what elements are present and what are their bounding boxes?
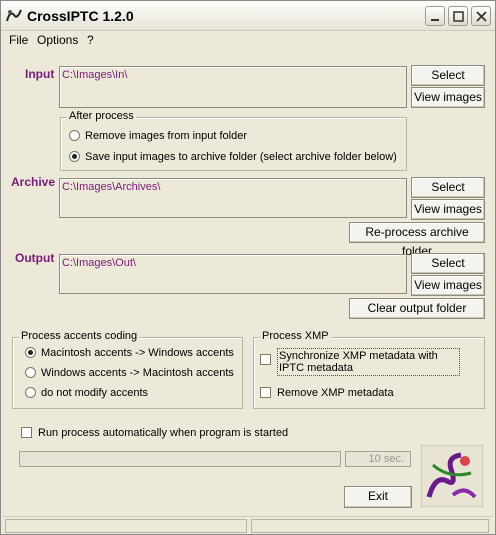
- radio-mac-to-win-label: Macintosh accents -> Windows accents: [41, 347, 234, 359]
- radio-save-to-archive-label: Save input images to archive folder (sel…: [85, 151, 397, 163]
- auto-run-label: Run process automatically when program i…: [38, 427, 289, 439]
- menu-help[interactable]: ?: [87, 33, 94, 47]
- radio-win-to-mac-label: Windows accents -> Macintosh accents: [41, 367, 234, 379]
- menu-file[interactable]: File: [9, 33, 28, 47]
- after-process-title: After process: [67, 110, 136, 122]
- input-select-button[interactable]: Select: [411, 65, 485, 86]
- output-path-field[interactable]: C:\Images\Out\: [59, 254, 407, 294]
- radio-save-to-archive-button[interactable]: [69, 151, 80, 162]
- radio-remove-images-button[interactable]: [69, 130, 80, 141]
- exit-button[interactable]: Exit: [344, 486, 412, 508]
- archive-label: Archive: [11, 175, 56, 189]
- archive-view-images-button[interactable]: View images: [411, 199, 485, 220]
- radio-no-modify-label: do not modify accents: [41, 387, 149, 399]
- remove-xmp-label: Remove XMP metadata: [277, 387, 394, 399]
- progress-bar: [19, 451, 341, 467]
- maximize-icon: [453, 11, 464, 22]
- menu-options[interactable]: Options: [37, 33, 78, 47]
- app-logo-icon: [6, 9, 22, 22]
- menu-bar: File Options ?: [1, 31, 495, 49]
- status-cell-right: [251, 519, 489, 533]
- xmp-group-title: Process XMP: [260, 330, 331, 342]
- radio-no-modify[interactable]: do not modify accents: [25, 387, 148, 399]
- maximize-button[interactable]: [448, 6, 468, 26]
- clear-output-button[interactable]: Clear output folder: [349, 298, 485, 319]
- radio-remove-images[interactable]: Remove images from input folder: [69, 130, 247, 142]
- archive-path-field[interactable]: C:\Images\Archives\: [59, 178, 407, 218]
- app-window: CrossIPTC 1.2.0 File Options ? Input C:\…: [0, 0, 496, 535]
- countdown-timer: 10 sec.: [345, 451, 411, 467]
- input-label: Input: [25, 67, 55, 81]
- radio-mac-to-win[interactable]: Macintosh accents -> Windows accents: [25, 347, 234, 359]
- crossiptc-logo-icon: [421, 445, 483, 507]
- window-title: CrossIPTC 1.2.0: [27, 8, 134, 24]
- sync-xmp-label: Synchronize XMP metadata with IPTC metad…: [277, 348, 460, 376]
- radio-mac-to-win-button[interactable]: [25, 347, 36, 358]
- title-bar: CrossIPTC 1.2.0: [1, 1, 495, 31]
- status-cell-left: [5, 519, 247, 533]
- radio-win-to-mac[interactable]: Windows accents -> Macintosh accents: [25, 367, 234, 379]
- radio-save-to-archive[interactable]: Save input images to archive folder (sel…: [69, 151, 397, 163]
- status-bar: [3, 516, 493, 534]
- auto-run-checkbox[interactable]: [21, 427, 32, 438]
- input-path-field[interactable]: C:\Images\In\: [59, 66, 407, 108]
- output-select-button[interactable]: Select: [411, 253, 485, 274]
- output-label: Output: [15, 251, 55, 265]
- archive-select-button[interactable]: Select: [411, 177, 485, 198]
- sync-xmp-checkbox[interactable]: [260, 354, 271, 365]
- reprocess-archive-button[interactable]: Re-process archive folder: [349, 222, 485, 258]
- radio-no-modify-button[interactable]: [25, 387, 36, 398]
- close-icon: [476, 11, 487, 22]
- radio-remove-images-label: Remove images from input folder: [85, 130, 248, 142]
- minimize-icon: [431, 19, 439, 21]
- close-button[interactable]: [471, 6, 491, 26]
- remove-xmp-checkbox[interactable]: [260, 387, 271, 398]
- remove-xmp-checkbox-row[interactable]: Remove XMP metadata: [260, 387, 394, 399]
- output-view-images-button[interactable]: View images: [411, 275, 485, 296]
- auto-run-checkbox-row[interactable]: Run process automatically when program i…: [21, 427, 288, 439]
- radio-win-to-mac-button[interactable]: [25, 367, 36, 378]
- accents-group-title: Process accents coding: [19, 330, 140, 342]
- input-view-images-button[interactable]: View images: [411, 87, 485, 108]
- minimize-button[interactable]: [425, 6, 445, 26]
